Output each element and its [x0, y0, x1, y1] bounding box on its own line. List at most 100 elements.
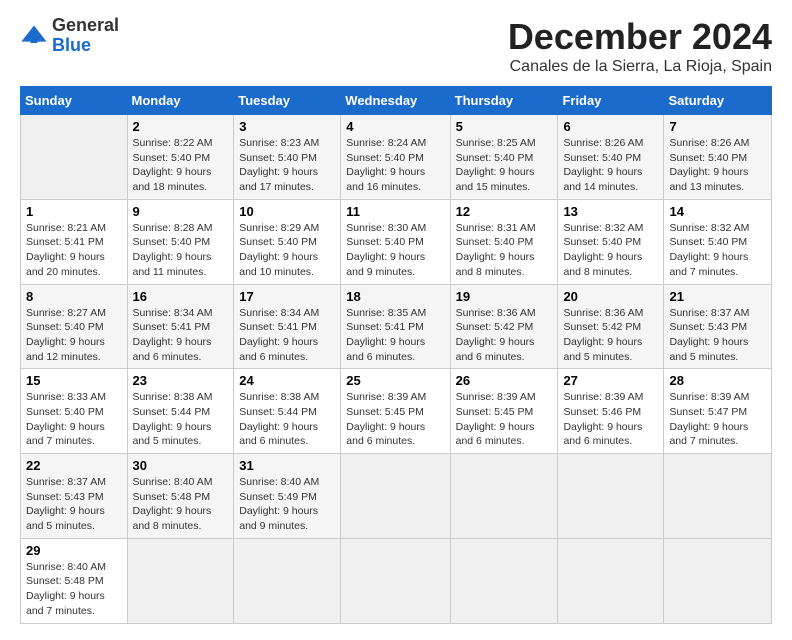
table-cell: 13 Sunrise: 8:32 AM Sunset: 5:40 PM Dayl… [558, 199, 664, 284]
day-info: Sunrise: 8:37 AM Sunset: 5:43 PM Dayligh… [669, 306, 766, 365]
table-cell: 10 Sunrise: 8:29 AM Sunset: 5:40 PM Dayl… [234, 199, 341, 284]
table-cell: 21 Sunrise: 8:37 AM Sunset: 5:43 PM Dayl… [664, 284, 772, 369]
day-info: Sunrise: 8:22 AM Sunset: 5:40 PM Dayligh… [133, 136, 229, 195]
table-cell: 2 Sunrise: 8:22 AM Sunset: 5:40 PM Dayli… [127, 115, 234, 200]
table-cell: 29 Sunrise: 8:40 AM Sunset: 5:48 PM Dayl… [21, 538, 128, 623]
day-info: Sunrise: 8:34 AM Sunset: 5:41 PM Dayligh… [133, 306, 229, 365]
day-number: 4 [346, 119, 444, 134]
day-info: Sunrise: 8:23 AM Sunset: 5:40 PM Dayligh… [239, 136, 335, 195]
table-cell: 14 Sunrise: 8:32 AM Sunset: 5:40 PM Dayl… [664, 199, 772, 284]
day-number: 6 [563, 119, 658, 134]
table-cell: 25 Sunrise: 8:39 AM Sunset: 5:45 PM Dayl… [341, 369, 450, 454]
day-info: Sunrise: 8:40 AM Sunset: 5:49 PM Dayligh… [239, 475, 335, 534]
table-cell [664, 538, 772, 623]
table-cell: 8 Sunrise: 8:27 AM Sunset: 5:40 PM Dayli… [21, 284, 128, 369]
logo: General Blue [20, 16, 119, 56]
day-info: Sunrise: 8:26 AM Sunset: 5:40 PM Dayligh… [563, 136, 658, 195]
table-cell: 5 Sunrise: 8:25 AM Sunset: 5:40 PM Dayli… [450, 115, 558, 200]
day-number: 16 [133, 289, 229, 304]
day-info: Sunrise: 8:39 AM Sunset: 5:46 PM Dayligh… [563, 390, 658, 449]
col-thursday: Thursday [450, 87, 558, 115]
table-cell [341, 538, 450, 623]
table-cell: 30 Sunrise: 8:40 AM Sunset: 5:48 PM Dayl… [127, 454, 234, 539]
calendar-table: Sunday Monday Tuesday Wednesday Thursday… [20, 86, 772, 624]
logo-icon [20, 22, 48, 50]
day-number: 29 [26, 543, 122, 558]
day-number: 19 [456, 289, 553, 304]
table-cell: 11 Sunrise: 8:30 AM Sunset: 5:40 PM Dayl… [341, 199, 450, 284]
table-row: 15 Sunrise: 8:33 AM Sunset: 5:40 PM Dayl… [21, 369, 772, 454]
day-number: 18 [346, 289, 444, 304]
day-info: Sunrise: 8:40 AM Sunset: 5:48 PM Dayligh… [133, 475, 229, 534]
day-number: 31 [239, 458, 335, 473]
day-info: Sunrise: 8:31 AM Sunset: 5:40 PM Dayligh… [456, 221, 553, 280]
table-cell: 7 Sunrise: 8:26 AM Sunset: 5:40 PM Dayli… [664, 115, 772, 200]
day-number: 3 [239, 119, 335, 134]
day-info: Sunrise: 8:32 AM Sunset: 5:40 PM Dayligh… [669, 221, 766, 280]
day-number: 20 [563, 289, 658, 304]
table-cell [21, 115, 128, 200]
day-number: 11 [346, 204, 444, 219]
table-cell: 9 Sunrise: 8:28 AM Sunset: 5:40 PM Dayli… [127, 199, 234, 284]
day-number: 25 [346, 373, 444, 388]
table-row: 29 Sunrise: 8:40 AM Sunset: 5:48 PM Dayl… [21, 538, 772, 623]
col-saturday: Saturday [664, 87, 772, 115]
day-info: Sunrise: 8:29 AM Sunset: 5:40 PM Dayligh… [239, 221, 335, 280]
table-cell: 19 Sunrise: 8:36 AM Sunset: 5:42 PM Dayl… [450, 284, 558, 369]
day-info: Sunrise: 8:34 AM Sunset: 5:41 PM Dayligh… [239, 306, 335, 365]
table-cell [341, 454, 450, 539]
day-number: 2 [133, 119, 229, 134]
day-number: 7 [669, 119, 766, 134]
table-cell: 3 Sunrise: 8:23 AM Sunset: 5:40 PM Dayli… [234, 115, 341, 200]
table-cell [127, 538, 234, 623]
day-info: Sunrise: 8:30 AM Sunset: 5:40 PM Dayligh… [346, 221, 444, 280]
table-row: 8 Sunrise: 8:27 AM Sunset: 5:40 PM Dayli… [21, 284, 772, 369]
day-number: 23 [133, 373, 229, 388]
day-number: 22 [26, 458, 122, 473]
header-row: Sunday Monday Tuesday Wednesday Thursday… [21, 87, 772, 115]
table-cell: 15 Sunrise: 8:33 AM Sunset: 5:40 PM Dayl… [21, 369, 128, 454]
table-cell: 18 Sunrise: 8:35 AM Sunset: 5:41 PM Dayl… [341, 284, 450, 369]
table-cell [450, 538, 558, 623]
logo-general: General [52, 15, 119, 35]
day-info: Sunrise: 8:40 AM Sunset: 5:48 PM Dayligh… [26, 560, 122, 619]
day-number: 14 [669, 204, 766, 219]
table-cell [450, 454, 558, 539]
day-info: Sunrise: 8:33 AM Sunset: 5:40 PM Dayligh… [26, 390, 122, 449]
day-number: 13 [563, 204, 658, 219]
col-friday: Friday [558, 87, 664, 115]
table-cell: 16 Sunrise: 8:34 AM Sunset: 5:41 PM Dayl… [127, 284, 234, 369]
day-info: Sunrise: 8:36 AM Sunset: 5:42 PM Dayligh… [563, 306, 658, 365]
table-cell: 12 Sunrise: 8:31 AM Sunset: 5:40 PM Dayl… [450, 199, 558, 284]
table-cell [664, 454, 772, 539]
day-info: Sunrise: 8:26 AM Sunset: 5:40 PM Dayligh… [669, 136, 766, 195]
table-cell [558, 538, 664, 623]
table-row: 1 Sunrise: 8:21 AM Sunset: 5:41 PM Dayli… [21, 199, 772, 284]
day-number: 28 [669, 373, 766, 388]
day-number: 10 [239, 204, 335, 219]
day-number: 26 [456, 373, 553, 388]
day-info: Sunrise: 8:39 AM Sunset: 5:45 PM Dayligh… [456, 390, 553, 449]
calendar-title: December 2024 [508, 16, 772, 58]
logo-text: General Blue [52, 16, 119, 56]
day-info: Sunrise: 8:39 AM Sunset: 5:45 PM Dayligh… [346, 390, 444, 449]
table-cell [558, 454, 664, 539]
table-cell: 23 Sunrise: 8:38 AM Sunset: 5:44 PM Dayl… [127, 369, 234, 454]
day-info: Sunrise: 8:27 AM Sunset: 5:40 PM Dayligh… [26, 306, 122, 365]
day-number: 1 [26, 204, 122, 219]
day-number: 21 [669, 289, 766, 304]
day-info: Sunrise: 8:21 AM Sunset: 5:41 PM Dayligh… [26, 221, 122, 280]
day-info: Sunrise: 8:28 AM Sunset: 5:40 PM Dayligh… [133, 221, 229, 280]
logo-blue: Blue [52, 35, 91, 55]
day-info: Sunrise: 8:35 AM Sunset: 5:41 PM Dayligh… [346, 306, 444, 365]
day-info: Sunrise: 8:39 AM Sunset: 5:47 PM Dayligh… [669, 390, 766, 449]
table-row: 22 Sunrise: 8:37 AM Sunset: 5:43 PM Dayl… [21, 454, 772, 539]
col-sunday: Sunday [21, 87, 128, 115]
table-cell: 17 Sunrise: 8:34 AM Sunset: 5:41 PM Dayl… [234, 284, 341, 369]
table-row: 2 Sunrise: 8:22 AM Sunset: 5:40 PM Dayli… [21, 115, 772, 200]
table-cell: 28 Sunrise: 8:39 AM Sunset: 5:47 PM Dayl… [664, 369, 772, 454]
day-info: Sunrise: 8:32 AM Sunset: 5:40 PM Dayligh… [563, 221, 658, 280]
table-cell: 24 Sunrise: 8:38 AM Sunset: 5:44 PM Dayl… [234, 369, 341, 454]
day-number: 9 [133, 204, 229, 219]
col-tuesday: Tuesday [234, 87, 341, 115]
